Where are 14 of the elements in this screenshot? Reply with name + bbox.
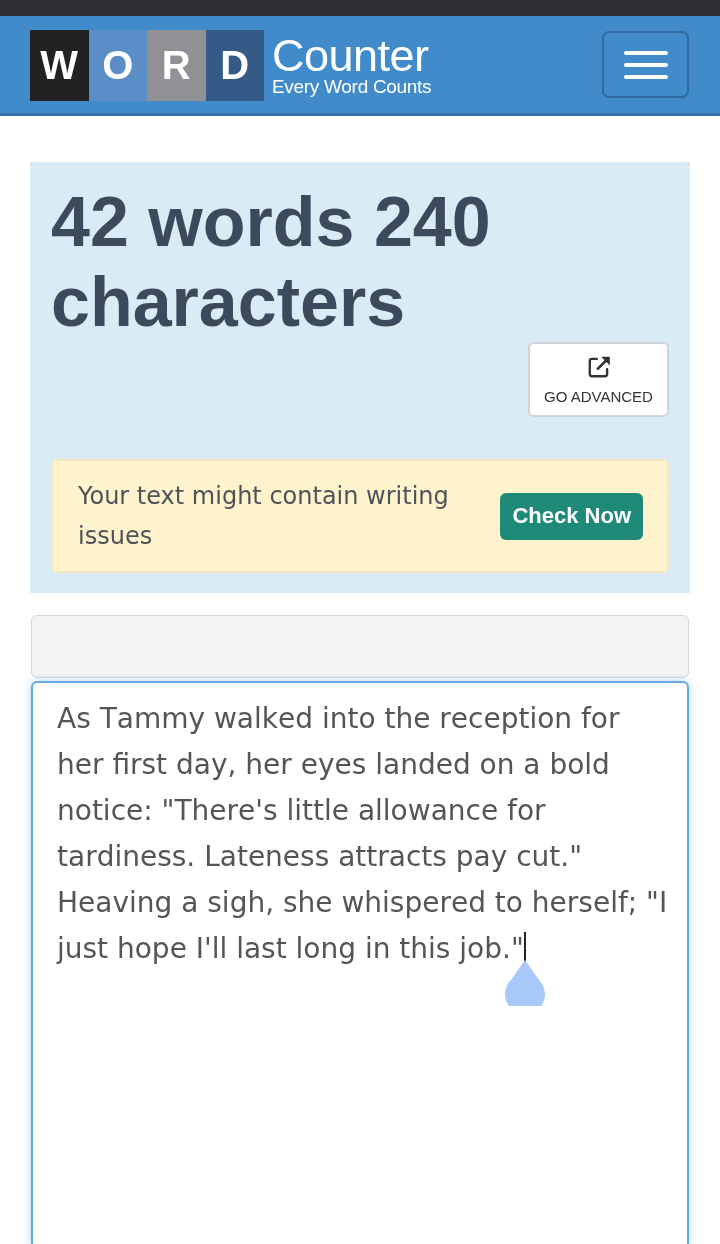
logo-tagline: Every Word Counts (272, 76, 432, 98)
menu-icon (623, 50, 668, 79)
logo-letter-tile: R (147, 29, 206, 101)
menu-button[interactable] (602, 31, 689, 98)
word-count-heading: 42 words 240 characters (51, 182, 492, 342)
check-now-button[interactable]: Check Now (500, 492, 643, 540)
go-advanced-button[interactable]: GO ADVANCED (528, 342, 669, 417)
logo-title: Counter (272, 36, 429, 76)
text-input-area[interactable]: As Tammy walked into the reception for her first day, her eyes landed on a bold notice: "There's little allowance for tardiness. Lateness attracts pay cut." Heaving a sigh, she whispered to herself; "I just hope I'll last long in this job." (31, 681, 689, 1244)
logo-letter-tile: D (205, 29, 264, 101)
logo-letter-tile: O (88, 29, 147, 101)
logo-letter-tile: W (30, 29, 89, 101)
text-cursor-icon (523, 932, 526, 964)
alert-message: Your text might contain writing issues (78, 481, 450, 552)
